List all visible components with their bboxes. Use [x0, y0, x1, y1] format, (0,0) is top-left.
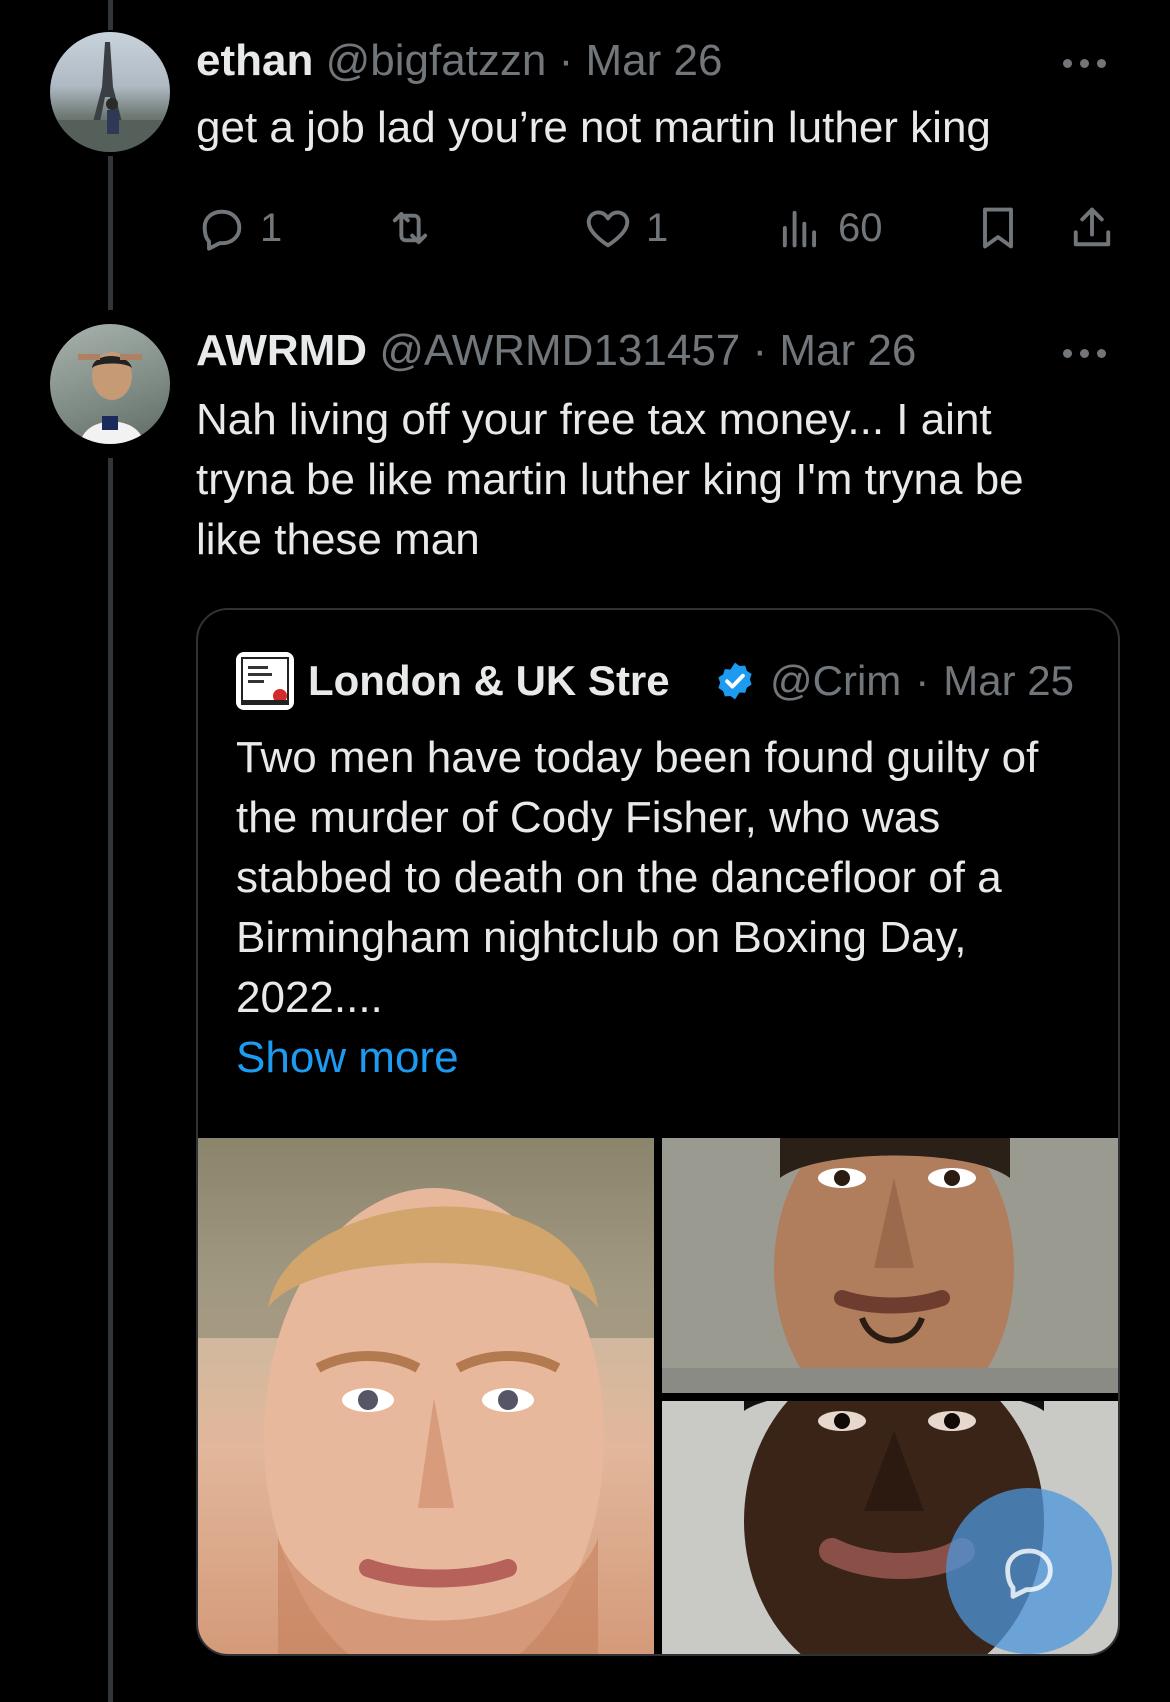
thread-line-middle [108, 156, 113, 310]
reply-count: 1 [260, 205, 283, 250]
author-handle[interactable]: @bigfatzzn [326, 36, 547, 85]
compose-reply-icon [1005, 1548, 1053, 1599]
avatar[interactable] [50, 32, 170, 152]
media-image-top-right[interactable] [662, 1138, 1118, 1393]
tweet-date[interactable]: Mar 26 [779, 326, 916, 375]
quote-author-name[interactable]: London & UK Stre [308, 657, 700, 705]
news-logo-icon [241, 657, 289, 705]
thread-line-top [108, 0, 113, 30]
quote-text: Two men have today been found guilty of … [236, 728, 1096, 1088]
share-button[interactable] [1066, 200, 1118, 256]
tweet-date[interactable]: Mar 26 [586, 36, 723, 85]
reply-button[interactable]: 1 [196, 200, 282, 256]
author-name[interactable]: AWRMD [196, 326, 367, 375]
mugshot-photo [662, 1138, 1118, 1393]
bookmark-icon [983, 207, 1013, 249]
compose-reply-button[interactable] [946, 1488, 1112, 1654]
view-count: 60 [838, 205, 883, 250]
separator-dot: · [558, 36, 574, 85]
tweet-header: ethan @bigfatzzn · Mar 26 [196, 36, 722, 86]
like-button[interactable]: 1 [582, 200, 668, 256]
quoted-tweet[interactable]: London & UK Stre @Crim · Mar 25 Two men … [196, 608, 1120, 1656]
verified-icon [718, 662, 752, 700]
quote-body: Two men have today been found guilty of … [236, 733, 1039, 1022]
tweet-text: get a job lad you’re not martin luther k… [196, 103, 991, 152]
separator-dot: · [915, 657, 930, 704]
views-icon [782, 210, 817, 248]
tweet-text: Nah living off your free tax money... I … [196, 395, 1024, 564]
retweet-button[interactable] [384, 200, 436, 256]
author-name[interactable]: ethan [196, 36, 313, 85]
avatar-photo [78, 352, 144, 444]
quote-date[interactable]: Mar 25 [943, 657, 1074, 705]
portrait-photo [198, 1138, 654, 1654]
retweet-icon [392, 211, 428, 245]
share-icon [1073, 207, 1111, 247]
tweet-header: AWRMD @AWRMD131457 · Mar 26 [196, 326, 916, 376]
like-icon [586, 210, 630, 248]
show-more-link[interactable]: Show more [236, 1028, 1096, 1088]
tweet-actions: 1 1 60 [196, 200, 1120, 256]
reply-icon [202, 209, 242, 251]
more-icon[interactable] [1054, 48, 1114, 78]
views-button[interactable]: 60 [774, 200, 883, 256]
source-logo[interactable] [236, 652, 294, 710]
more-icon[interactable] [1054, 338, 1114, 368]
media-image-left[interactable] [198, 1138, 654, 1654]
avatar[interactable] [50, 324, 170, 444]
like-count: 1 [646, 205, 669, 250]
separator-dot: · [752, 326, 768, 375]
quote-header: London & UK Stre @Crim · Mar 25 [236, 652, 1074, 710]
avatar-photo [50, 42, 170, 152]
bookmark-button[interactable] [972, 200, 1024, 256]
thread-line-bottom [108, 458, 113, 1702]
quote-author-handle[interactable]: @Crim [770, 657, 901, 705]
author-handle[interactable]: @AWRMD131457 [379, 326, 740, 375]
